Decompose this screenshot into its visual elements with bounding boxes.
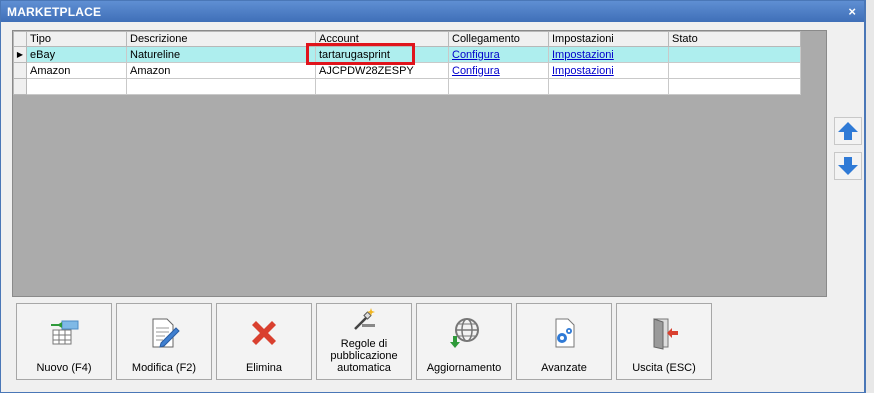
column-header-stato[interactable]: Stato [668, 31, 801, 47]
account-highlight-box [306, 43, 415, 65]
rules-label-line-3: automatica [337, 362, 391, 374]
move-up-button[interactable] [834, 117, 862, 145]
cell-stato[interactable] [668, 46, 801, 63]
rules-label-line-1: Regole di [340, 338, 388, 350]
new-button[interactable]: Nuovo (F4) [16, 303, 112, 380]
window-edge [866, 0, 874, 393]
settings-link[interactable]: Impostazioni [552, 65, 614, 77]
magic-wand-icon [354, 308, 375, 330]
exit-button-label: Uscita (ESC) [632, 362, 696, 374]
row-indicator [13, 78, 27, 95]
column-header-collegamento[interactable]: Collegamento [448, 31, 549, 47]
row-indicator [13, 62, 27, 79]
edit-button[interactable]: Modifica (F2) [116, 303, 212, 380]
arrow-up-icon [838, 122, 858, 140]
document-gear-icon [555, 318, 575, 348]
cell-impostazioni[interactable]: Impostazioni [548, 62, 669, 79]
globe-download-icon [450, 318, 479, 348]
new-table-icon [51, 320, 79, 345]
new-button-label: Nuovo (F4) [36, 362, 92, 374]
column-header-tipo[interactable]: Tipo [26, 31, 127, 47]
cell-empty[interactable] [668, 78, 801, 95]
rules-label-line-2: pubblicazione [330, 350, 398, 362]
cell-descrizione[interactable]: Natureline [126, 46, 316, 63]
arrow-down-icon [838, 157, 858, 175]
row-indicator: ▶ [13, 46, 27, 63]
delete-button-label: Elimina [245, 362, 283, 374]
cell-tipo[interactable]: eBay [26, 46, 127, 63]
auto-publish-rules-label: Regole di pubblicazione automatica [319, 338, 409, 374]
cell-empty[interactable] [126, 78, 316, 95]
cell-collegamento[interactable]: Configura [448, 46, 549, 63]
column-header-impostazioni[interactable]: Impostazioni [548, 31, 669, 47]
close-button[interactable]: × [848, 4, 856, 19]
delete-x-icon [252, 321, 276, 345]
new-row[interactable] [13, 78, 801, 95]
configure-link[interactable]: Configura [452, 65, 500, 77]
settings-link[interactable]: Impostazioni [552, 49, 614, 61]
configure-link[interactable]: Configura [452, 49, 500, 61]
delete-button[interactable]: Elimina [216, 303, 312, 380]
update-button[interactable]: Aggiornamento [416, 303, 512, 380]
auto-publish-rules-button[interactable]: Regole di pubblicazione automatica [316, 303, 412, 380]
window-title: MARKETPLACE [7, 5, 102, 19]
title-bar: MARKETPLACE × [1, 1, 864, 22]
advanced-button-label: Avanzate [541, 362, 587, 374]
exit-button[interactable]: Uscita (ESC) [616, 303, 712, 380]
cell-empty[interactable] [26, 78, 127, 95]
update-button-label: Aggiornamento [426, 362, 502, 374]
exit-door-icon [653, 318, 678, 350]
edit-button-label: Modifica (F2) [131, 362, 197, 374]
edit-document-icon [152, 318, 180, 348]
cell-collegamento[interactable]: Configura [448, 62, 549, 79]
column-header-descrizione[interactable]: Descrizione [126, 31, 316, 47]
cell-descrizione[interactable]: Amazon [126, 62, 316, 79]
move-down-button[interactable] [834, 152, 862, 180]
cell-stato[interactable] [668, 62, 801, 79]
row-indicator-header [13, 31, 27, 47]
cell-empty[interactable] [448, 78, 549, 95]
marketplace-window: MARKETPLACE × Tipo Descrizione Account C… [0, 0, 866, 393]
cell-empty[interactable] [548, 78, 669, 95]
cell-tipo[interactable]: Amazon [26, 62, 127, 79]
marketplace-grid: Tipo Descrizione Account Collegamento Im… [12, 30, 827, 297]
cell-empty[interactable] [315, 78, 449, 95]
cell-impostazioni[interactable]: Impostazioni [548, 46, 669, 63]
advanced-button[interactable]: Avanzate [516, 303, 612, 380]
